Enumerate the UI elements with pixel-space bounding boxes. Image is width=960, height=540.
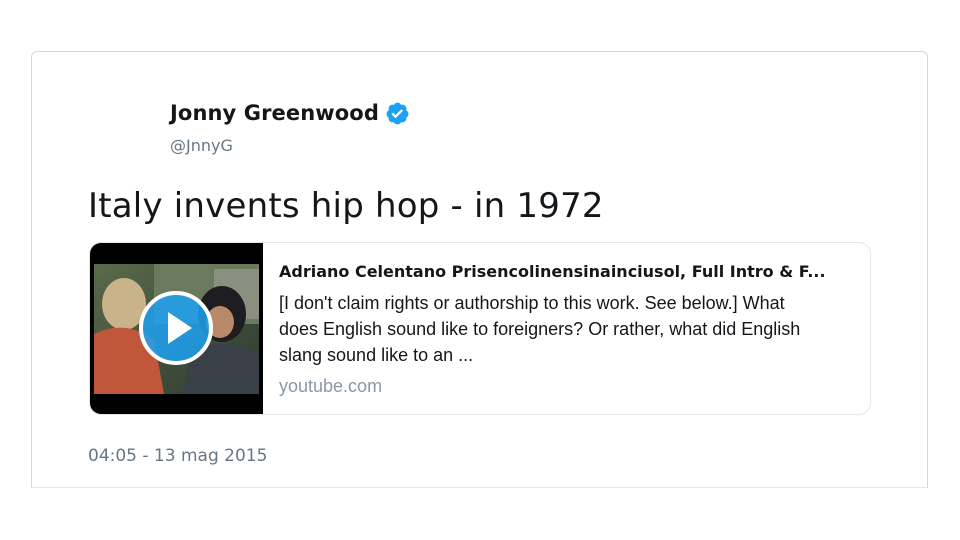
description-line: does English sound like to foreigners? O…	[279, 319, 801, 339]
tweet-text: Italy invents hip hop - in 1972	[88, 186, 604, 226]
author-row[interactable]: Jonny Greenwood	[170, 98, 410, 128]
description-line: slang sound like to an ...	[279, 345, 474, 365]
link-card-description: [I don't claim rights or authorship to t…	[279, 290, 859, 368]
verified-badge-icon	[385, 101, 410, 126]
tweet-timestamp[interactable]: 04:05 - 13 mag 2015	[88, 446, 267, 466]
author-name[interactable]: Jonny Greenwood	[170, 101, 379, 125]
avatar[interactable]	[88, 96, 152, 160]
link-card-title[interactable]: Adriano Celentano Prisencolinensinainciu…	[279, 260, 859, 284]
video-thumbnail[interactable]	[90, 243, 263, 414]
description-line: [I don't claim rights or authorship to t…	[279, 293, 785, 313]
link-card-body[interactable]: Adriano Celentano Prisencolinensinainciu…	[279, 260, 859, 398]
link-card-domain[interactable]: youtube.com	[279, 374, 859, 398]
author-handle[interactable]: @JnnyG	[170, 136, 233, 155]
play-icon[interactable]	[138, 290, 214, 366]
link-preview-card[interactable]: Adriano Celentano Prisencolinensinainciu…	[89, 242, 871, 415]
